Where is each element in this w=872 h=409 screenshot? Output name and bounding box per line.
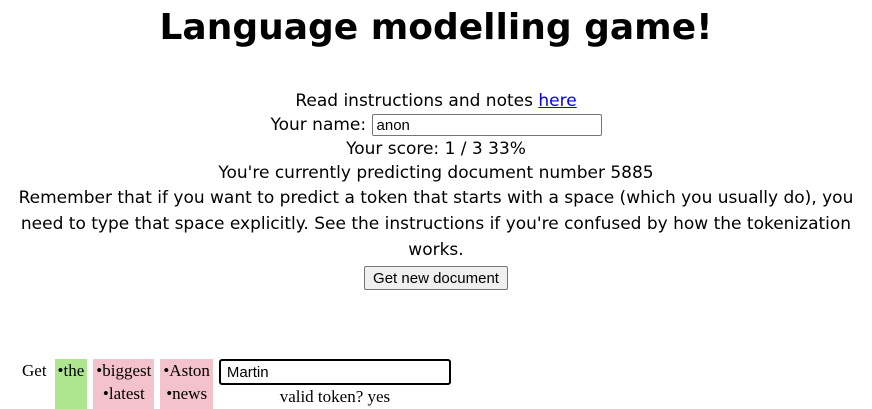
token-alt-guess: •latest xyxy=(102,384,145,403)
token-text: •biggest xyxy=(96,361,152,380)
token-3: •Aston •news xyxy=(160,359,213,409)
page-title: Language modelling game! xyxy=(159,7,713,48)
tokenization-reminder: Remember that if you want to predict a t… xyxy=(18,188,854,260)
validity-text: valid token? yes xyxy=(279,387,391,406)
token-text: Get xyxy=(22,361,47,380)
instructions-link[interactable]: here xyxy=(538,91,576,111)
token-0: Get xyxy=(22,359,51,382)
name-label: Your name: xyxy=(270,115,367,135)
score-text: Your score: 1 / 3 33% xyxy=(346,139,526,159)
prediction-area: valid token? yes xyxy=(218,359,451,408)
instructions-prefix: Read instructions and notes xyxy=(295,91,539,111)
get-new-document-button[interactable]: Get new document xyxy=(364,266,508,290)
name-input[interactable] xyxy=(371,114,602,136)
token-2: •biggest •latest xyxy=(93,359,155,409)
token-row: Get •the •biggest •latest •Aston •news v… xyxy=(22,359,451,409)
token-1: •the xyxy=(54,359,88,409)
token-alt-guess: •news xyxy=(166,384,208,403)
name-row: Your name: xyxy=(0,113,872,137)
instructions-line: Read instructions and notes here xyxy=(0,89,872,113)
info-block: Read instructions and notes here Your na… xyxy=(0,89,872,290)
token-text: •the xyxy=(57,361,85,380)
token-text: •Aston xyxy=(163,361,210,380)
document-number-text: You're currently predicting document num… xyxy=(218,163,654,183)
prediction-input[interactable] xyxy=(218,359,451,385)
